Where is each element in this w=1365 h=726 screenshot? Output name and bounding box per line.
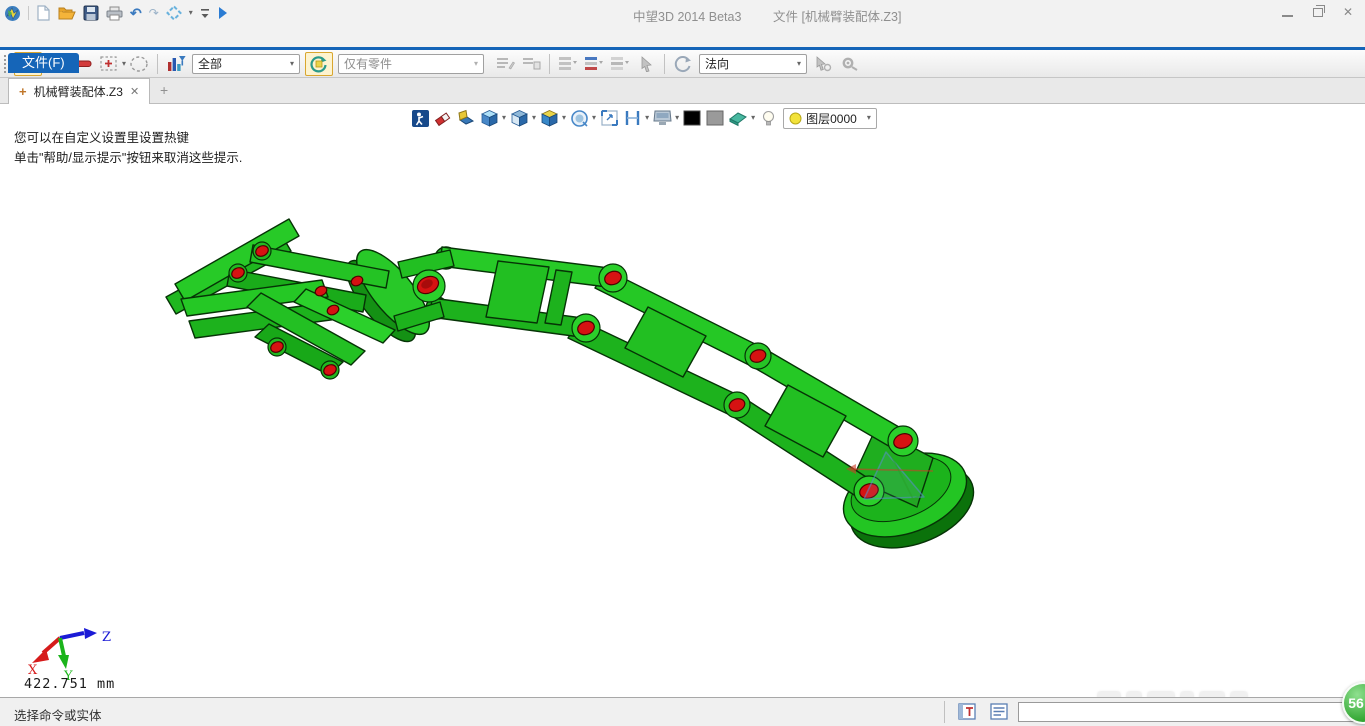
- filter-scope-combo[interactable]: 全部 ▾: [192, 54, 300, 74]
- undo-icon[interactable]: ↶: [130, 6, 142, 20]
- app-logo-icon[interactable]: [4, 5, 21, 22]
- scale-readout: 422.751 mm: [24, 676, 115, 692]
- tab-plus-icon: +: [19, 84, 27, 99]
- layer-stack-icon-3[interactable]: [608, 52, 632, 76]
- command-list-icon[interactable]: [990, 703, 1008, 720]
- assembly-model[interactable]: [0, 104, 1365, 697]
- layer-stack-icon-1[interactable]: [556, 52, 580, 76]
- close-button[interactable]: ✕: [1343, 6, 1353, 18]
- minimize-button[interactable]: [1282, 15, 1293, 17]
- chevron-down-icon: ▾: [290, 60, 294, 68]
- corner-badge-value: 56: [1348, 695, 1364, 711]
- maximize-button[interactable]: [1313, 8, 1323, 17]
- pointer-icon[interactable]: [634, 52, 658, 76]
- new-tab-button[interactable]: +: [160, 82, 168, 98]
- document-tab-active[interactable]: + 机械臂装配体.Z3 ✕: [8, 78, 150, 104]
- open-file-icon[interactable]: [58, 6, 76, 21]
- filter-scope-value: 全部: [198, 55, 222, 72]
- quick-access-toolbar: ↶ ↷ ▾: [4, 3, 229, 23]
- datum-display-icon[interactable]: [166, 5, 182, 21]
- save-icon[interactable]: [83, 5, 99, 21]
- redo-icon[interactable]: ↷: [149, 7, 159, 19]
- pick-scope-combo[interactable]: 仅有零件 ▾: [338, 54, 484, 74]
- chevron-down-icon: ▾: [797, 60, 801, 68]
- pick-scope-value: 仅有零件: [344, 55, 392, 72]
- divider: [28, 6, 29, 20]
- new-file-icon[interactable]: [36, 5, 51, 21]
- list-window-icon[interactable]: [519, 52, 543, 76]
- lasso-button[interactable]: [127, 52, 151, 76]
- orient-value: 法向: [705, 55, 729, 72]
- toolbar-options-icon[interactable]: [200, 7, 210, 19]
- selection-toolbar: ▾ 全部 ▾ 仅有零件 ▾ 法向 ▾: [0, 50, 1365, 78]
- pick-box-button[interactable]: [97, 52, 121, 76]
- status-message: 选择命令或实体: [14, 705, 102, 724]
- chevron-down-icon[interactable]: ▾: [122, 60, 126, 68]
- view-orient-icon[interactable]: [671, 52, 695, 76]
- document-tab-label: 机械臂装配体.Z3: [34, 83, 123, 100]
- tab-close-icon[interactable]: ✕: [130, 85, 139, 98]
- text-window-icon[interactable]: [958, 703, 976, 720]
- start-app-icon[interactable]: [217, 6, 229, 20]
- list-edit-icon[interactable]: [493, 52, 517, 76]
- rotate-view-button[interactable]: [305, 52, 333, 76]
- axis-triad: Z X Y: [18, 622, 128, 684]
- chevron-down-icon[interactable]: ▾: [189, 9, 193, 17]
- menu-item-file[interactable]: 文件(F): [8, 53, 79, 73]
- divider: [549, 54, 550, 74]
- document-title: 文件 [机械臂装配体.Z3]: [773, 6, 901, 25]
- orient-combo[interactable]: 法向 ▾: [699, 54, 807, 74]
- selection-filter-icon[interactable]: [164, 52, 188, 76]
- divider: [157, 54, 158, 74]
- divider: [664, 54, 665, 74]
- viewport[interactable]: ▾ ▾ ▾ ▾ ▾ ▾ ▾: [0, 104, 1365, 697]
- layer-stack-icon-2[interactable]: [582, 52, 606, 76]
- pointer-target-icon[interactable]: [811, 52, 835, 76]
- status-bar: 选择命令或实体: [0, 697, 1365, 726]
- chevron-down-icon: ▾: [474, 60, 478, 68]
- app-title: 中望3D 2014 Beta3: [633, 6, 741, 25]
- input-options-icon[interactable]: [837, 52, 861, 76]
- axis-label-z: Z: [102, 630, 111, 645]
- document-tab-bar: + 机械臂装配体.Z3 ✕ +: [0, 78, 1365, 104]
- command-input[interactable]: [1018, 702, 1362, 722]
- print-icon[interactable]: [106, 6, 123, 21]
- title-bar: ↶ ↷ ▾ 中望3D 2014 Beta3 文件 [机械臂装配体.Z3] ✕: [0, 0, 1365, 26]
- divider: [944, 701, 945, 723]
